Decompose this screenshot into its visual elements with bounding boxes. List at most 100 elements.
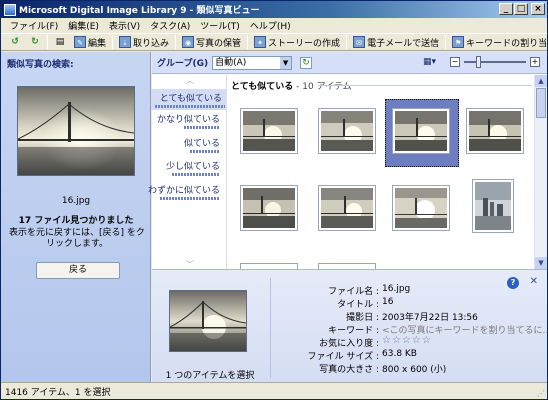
- help-icon[interactable]: ?: [507, 277, 519, 289]
- sim-level-similar[interactable]: 似ている: [184, 136, 220, 153]
- menu-edit[interactable]: 編集(E): [63, 19, 104, 32]
- photo-thumbnail[interactable]: [318, 108, 376, 154]
- edit-button[interactable]: ✎ 編集: [70, 34, 110, 50]
- prop-value: 16.jpg: [382, 284, 411, 294]
- photo-thumbnail[interactable]: [466, 108, 524, 154]
- email-icon: ✉: [353, 36, 366, 48]
- sim-level-quite-similar[interactable]: かなり似ている: [157, 112, 220, 129]
- close-button[interactable]: ×: [531, 3, 545, 15]
- sim-level-slightly-similar[interactable]: わずかに似ている: [148, 183, 220, 200]
- menu-file[interactable]: ファイル(F): [5, 19, 63, 32]
- sim-level-very-similar[interactable]: とても似ている: [151, 89, 226, 110]
- zoom-slider-track[interactable]: [464, 61, 526, 63]
- prop-label: ファイル サイズ :: [307, 352, 379, 362]
- title-bar[interactable]: Microsoft Digital Image Library 9 - 類似写真…: [1, 1, 547, 18]
- info-pane: 1 つのアイテムを選択 ファイル名 : 16.jpg タイトル : 16 撮影日…: [152, 269, 547, 382]
- rating-stars[interactable]: ☆☆☆☆☆: [382, 336, 432, 347]
- bridge-photo: [243, 188, 295, 228]
- sim-level-label: 似ている: [183, 139, 220, 149]
- sim-level-somewhat-similar[interactable]: 少し似ている: [166, 159, 220, 176]
- sim-level-bar: [155, 105, 225, 108]
- source-filename: 16.jpg: [61, 196, 91, 206]
- view-mode-icon[interactable]: ▦▾: [423, 57, 441, 69]
- import-button[interactable]: ⇣ 取り込み: [115, 34, 173, 50]
- print-button[interactable]: ▤: [50, 34, 70, 50]
- refresh-icon[interactable]: ↻: [300, 56, 313, 69]
- prop-value[interactable]: 16: [382, 297, 393, 308]
- zoom-out-button[interactable]: −: [450, 57, 460, 67]
- menu-help[interactable]: ヘルプ(H): [245, 19, 296, 32]
- prop-rating[interactable]: お気に入り度 : ☆☆☆☆☆: [282, 336, 432, 350]
- toolbar-separator: [247, 35, 249, 49]
- archive-button[interactable]: ◉ 写真の保管: [178, 34, 245, 50]
- scroll-up-icon[interactable]: ▲: [535, 75, 547, 87]
- photo-thumbnail[interactable]: [318, 185, 376, 231]
- bridge-photo: [321, 111, 373, 151]
- found-count: 17 ファイル見つかりました: [18, 216, 134, 226]
- prop-file-size: ファイル サイズ : 63.8 KB: [282, 349, 417, 362]
- prop-value[interactable]: <この写真にキーワードを割り当てるに…: [382, 323, 547, 336]
- prop-date-taken[interactable]: 撮影日 : 2003年7月22日 13:56: [282, 310, 478, 323]
- archive-label: 写真の保管: [196, 38, 242, 49]
- bridge-photo: [395, 111, 447, 151]
- app-icon: [4, 3, 16, 16]
- maximize-button[interactable]: □: [514, 3, 528, 15]
- zoom-in-button[interactable]: +: [530, 57, 540, 67]
- group-by-select[interactable]: 自動(A) ▼: [212, 55, 293, 70]
- forward-button[interactable]: ↻: [25, 34, 45, 50]
- scroll-thumb[interactable]: [536, 88, 546, 118]
- photo-thumbnail[interactable]: [392, 185, 450, 231]
- menu-tools[interactable]: ツール(T): [195, 19, 245, 32]
- sim-level-bar: [184, 126, 220, 129]
- prop-value[interactable]: 2003年7月22日 13:56: [382, 310, 478, 323]
- prop-label: お気に入り度 :: [319, 339, 379, 349]
- photo-thumbnail-selected[interactable]: [392, 108, 450, 154]
- group-divider: [318, 85, 532, 86]
- minimize-button[interactable]: _: [499, 3, 513, 15]
- back-hint-text: 表示を元に戻すには、[戻る] をクリックします。: [9, 228, 145, 249]
- keyword-button[interactable]: ⚑ キーワードの割り当て: [448, 34, 547, 50]
- edit-icon: ✎: [74, 36, 86, 48]
- zoom-slider-handle[interactable]: [476, 56, 481, 68]
- source-photo: [17, 86, 135, 176]
- import-icon: ⇣: [119, 36, 132, 48]
- bridge-photo: [17, 87, 135, 175]
- prop-label: タイトル :: [337, 300, 379, 310]
- toolbar-separator: [47, 35, 48, 49]
- archive-icon: ◉: [182, 36, 195, 48]
- info-photo: [169, 290, 247, 352]
- toolbar-separator: [112, 35, 114, 49]
- prop-value: 63.8 KB: [382, 349, 417, 359]
- photo-thumbnail[interactable]: [472, 179, 514, 233]
- scroll-down-icon[interactable]: ▼: [535, 257, 547, 269]
- import-label: 取り込み: [133, 38, 170, 49]
- bridge-photo: [169, 291, 247, 351]
- group-name: とても似ている: [231, 82, 294, 92]
- close-icon[interactable]: ✕: [530, 276, 538, 287]
- photo-thumbnail[interactable]: [240, 185, 298, 231]
- toolbar-separator: [175, 35, 177, 49]
- story-icon: ✦: [254, 36, 267, 48]
- prop-label: ファイル名 :: [328, 287, 379, 297]
- story-button[interactable]: ✦ ストーリーの作成: [250, 34, 344, 50]
- nav-scroll-up-icon[interactable]: ︿: [186, 75, 194, 86]
- menu-task[interactable]: タスク(A): [145, 19, 195, 32]
- menu-view[interactable]: 表示(V): [104, 19, 145, 32]
- sim-level-bar: [160, 197, 220, 200]
- grid-scrollbar[interactable]: ▲ ▼: [534, 75, 547, 269]
- back-to-previous-button[interactable]: 戻る: [36, 262, 120, 279]
- email-button[interactable]: ✉ 電子メールで送信: [349, 34, 443, 50]
- edit-label: 編集: [88, 38, 107, 49]
- app-window: Microsoft Digital Image Library 9 - 類似写真…: [0, 0, 548, 400]
- prop-title[interactable]: タイトル : 16: [282, 297, 393, 310]
- prop-dimensions: 写真の大きさ : 800 x 600 (小): [282, 362, 446, 375]
- search-source-header: 類似写真の検索:: [7, 60, 74, 70]
- toolbar-separator: [346, 35, 348, 49]
- bridge-photo: [395, 188, 447, 228]
- bridge-photo: [243, 111, 295, 151]
- back-button[interactable]: ↺: [5, 34, 25, 50]
- photo-thumbnail[interactable]: [240, 108, 298, 154]
- forward-arrow-icon: ↻: [31, 37, 39, 47]
- prop-keywords[interactable]: キーワード : <この写真にキーワードを割り当てるに…: [282, 323, 547, 336]
- resize-grip-icon[interactable]: ⋰: [537, 389, 545, 398]
